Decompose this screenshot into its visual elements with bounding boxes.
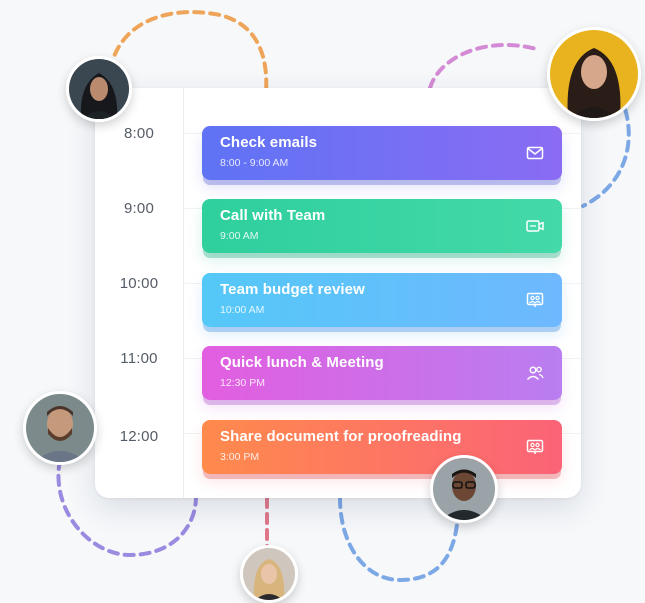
avatar-woman-dark-hair[interactable] [66, 56, 132, 122]
event-time: 10:00 AM [220, 304, 265, 316]
avatar-woman-blonde[interactable] [240, 545, 298, 603]
avatar-man-glasses[interactable] [430, 455, 498, 523]
avatar-image [26, 394, 94, 462]
event-time: 8:00 - 9:00 AM [220, 157, 289, 169]
avatar-woman-yellow-bg[interactable] [547, 27, 641, 121]
mail-icon [526, 146, 544, 160]
avatar-man-beard[interactable] [23, 391, 97, 465]
event-title: Check emails [220, 134, 318, 151]
event-title: Call with Team [220, 207, 326, 224]
presentation-icon [526, 292, 544, 307]
schedule-card: 8:00 9:00 10:00 11:00 12:00 Check emails… [95, 88, 581, 498]
event-time: 3:00 PM [220, 451, 260, 463]
event-time: 9:00 AM [220, 230, 259, 242]
dashed-connector-orange [108, 10, 269, 94]
time-label-9: 9:00 [124, 200, 154, 217]
event-check-emails[interactable]: Check emails 8:00 - 9:00 AM [202, 126, 562, 180]
avatar-image [243, 548, 295, 600]
event-title: Share document for proofreading [220, 428, 462, 445]
event-title: Quick lunch & Meeting [220, 354, 384, 371]
avatar-image [69, 59, 129, 119]
avatar-image [550, 30, 638, 118]
time-label-11: 11:00 [120, 350, 158, 367]
dashed-connector-pink [428, 42, 542, 90]
event-call-with-team[interactable]: Call with Team 9:00 AM [202, 199, 562, 253]
event-quick-lunch-meeting[interactable]: Quick lunch & Meeting 12:30 PM [202, 346, 562, 400]
event-time: 12:30 PM [220, 377, 265, 389]
time-label-8: 8:00 [124, 125, 154, 142]
event-title: Team budget review [220, 281, 365, 298]
event-team-budget-review[interactable]: Team budget review 10:00 AM [202, 273, 562, 327]
event-share-document[interactable]: Share document for proofreading 3:00 PM [202, 420, 562, 474]
presentation-icon [526, 439, 544, 454]
time-label-12: 12:00 [119, 428, 159, 445]
time-label-10: 10:00 [119, 275, 159, 292]
people-icon [526, 366, 544, 381]
avatar-image [433, 458, 495, 520]
time-column-divider [183, 88, 184, 498]
video-call-icon [526, 220, 544, 232]
